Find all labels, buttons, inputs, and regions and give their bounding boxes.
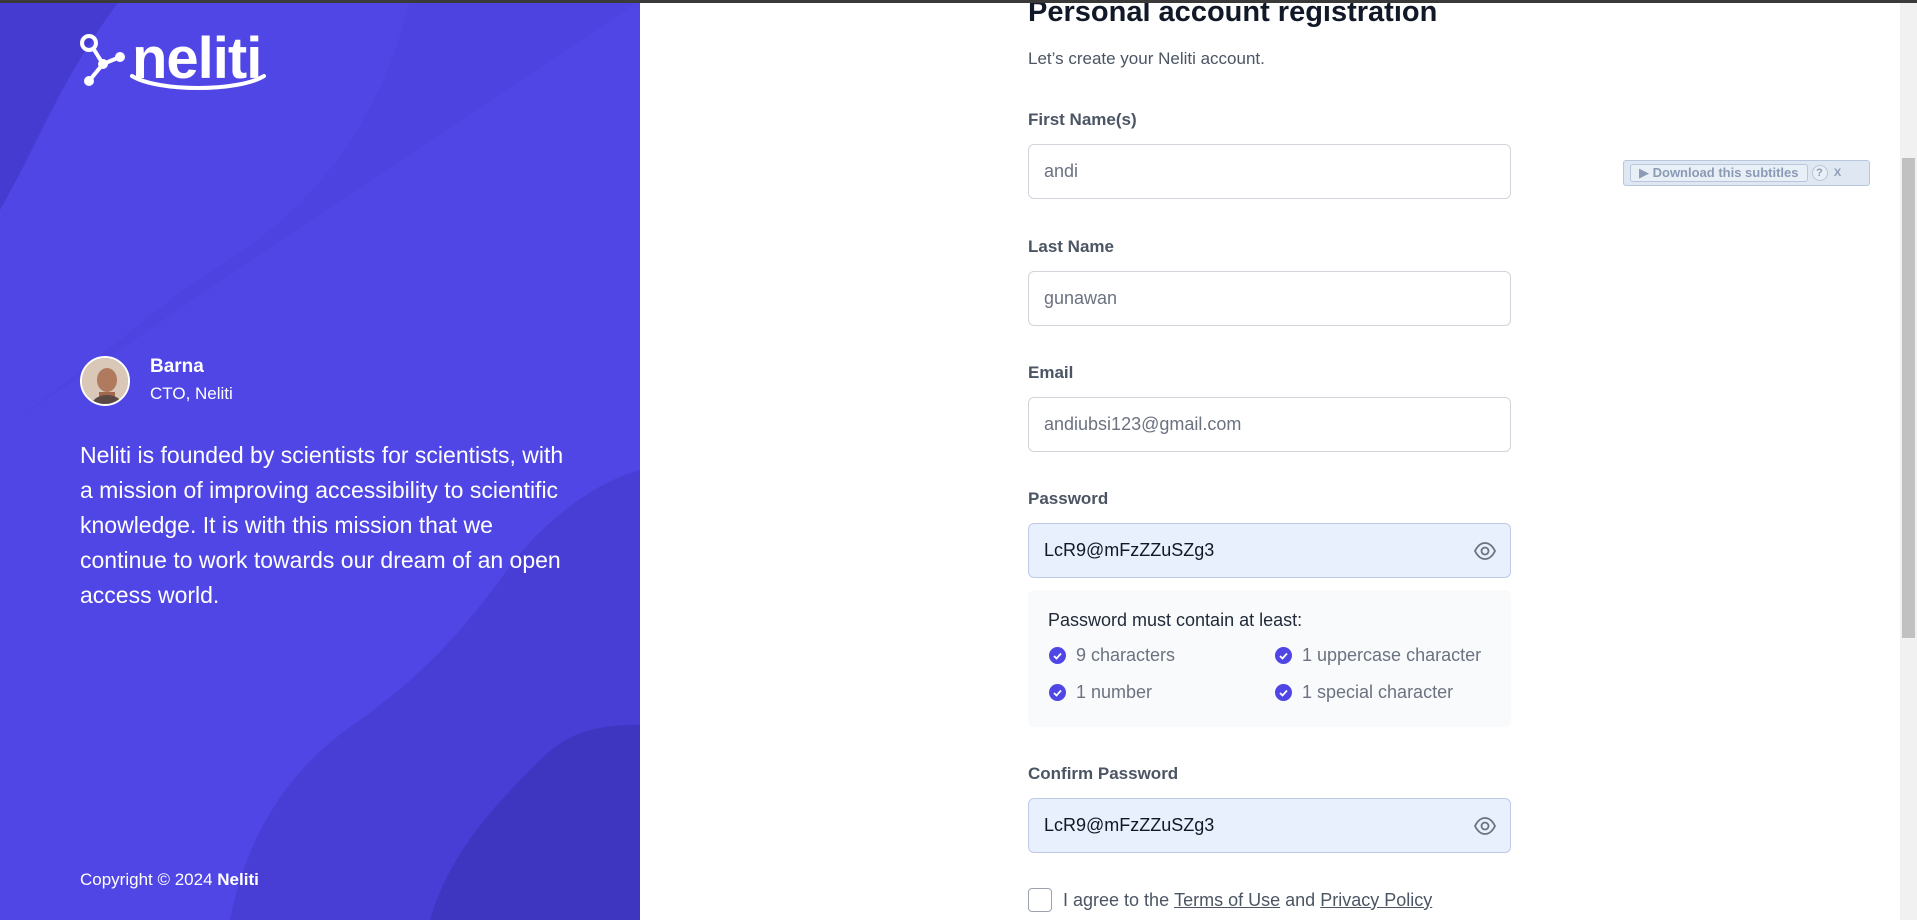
help-button[interactable]: ? <box>1811 165 1828 181</box>
requirements-title: Password must contain at least: <box>1048 610 1303 630</box>
neliti-logo[interactable]: neliti <box>80 30 266 90</box>
check-circle-icon <box>1275 647 1292 664</box>
window-top-border <box>0 0 1917 3</box>
password-value: LcR9@mFzZZuSZg3 <box>1044 540 1215 560</box>
download-subtitles-button[interactable]: ▶ Download this subtitles <box>1630 164 1808 182</box>
eye-icon[interactable] <box>1474 541 1496 561</box>
first-name-field[interactable]: andi <box>1028 144 1511 199</box>
testimonial-author: Barna CTO, Neliti <box>80 355 233 406</box>
first-name-label: First Name(s) <box>1028 110 1137 129</box>
vertical-scrollbar[interactable] <box>1900 3 1917 920</box>
scrollbar-thumb[interactable] <box>1902 158 1915 638</box>
check-circle-icon <box>1049 684 1066 701</box>
last-name-label: Last Name <box>1028 237 1114 256</box>
check-circle-icon <box>1275 684 1292 701</box>
terms-agreement: I agree to the Terms of Use and Privacy … <box>1028 888 1432 912</box>
person-photo <box>82 357 128 404</box>
requirement-item: 9 characters <box>1049 645 1175 666</box>
password-label: Password <box>1028 489 1109 508</box>
molecule-icon <box>80 34 125 86</box>
terms-of-use-link[interactable]: Terms of Use <box>1174 890 1280 911</box>
password-field[interactable]: LcR9@mFzZZuSZg3 <box>1028 523 1511 578</box>
first-name-value: andi <box>1044 161 1079 181</box>
logo-swoosh <box>130 74 266 90</box>
copyright-brand: Neliti <box>217 870 259 889</box>
copyright: Copyright © 2024 Neliti <box>80 870 259 890</box>
password-requirements: Password must contain at least: 9 charac… <box>1028 590 1511 727</box>
check-circle-icon <box>1049 647 1066 664</box>
subtitle-download-bar: ▶ Download this subtitles ? X <box>1623 160 1870 186</box>
last-name-field[interactable]: gunawan <box>1028 271 1511 326</box>
requirement-item: 1 uppercase character <box>1275 645 1481 666</box>
copyright-text: Copyright © 2024 <box>80 870 213 889</box>
email-field[interactable]: andiubsi123@gmail.com <box>1028 397 1511 452</box>
email-label: Email <box>1028 363 1074 382</box>
page-title: Personal account registration <box>1028 0 1438 28</box>
testimonial-quote: Neliti is founded by scientists for scie… <box>80 442 564 608</box>
requirement-item: 1 special character <box>1275 682 1453 703</box>
agree-checkbox[interactable] <box>1028 888 1052 912</box>
last-name-value: gunawan <box>1044 288 1118 308</box>
brand-panel: neliti Barna CTO, Neliti Neliti is found… <box>0 0 640 920</box>
privacy-policy-link[interactable]: Privacy Policy <box>1320 890 1432 911</box>
confirm-password-label: Confirm Password <box>1028 764 1179 783</box>
requirement-item: 1 number <box>1049 682 1152 703</box>
author-role: CTO, Neliti <box>150 384 233 403</box>
confirm-password-value: LcR9@mFzZZuSZg3 <box>1044 815 1215 835</box>
confirm-password-field[interactable]: LcR9@mFzZZuSZg3 <box>1028 798 1511 853</box>
author-name: Barna <box>150 356 204 377</box>
eye-icon[interactable] <box>1474 816 1496 836</box>
email-value: andiubsi123@gmail.com <box>1044 414 1242 434</box>
page-subtitle: Let’s create your Neliti account. <box>1028 49 1265 68</box>
close-button[interactable]: X <box>1830 165 1846 181</box>
avatar <box>80 355 130 406</box>
